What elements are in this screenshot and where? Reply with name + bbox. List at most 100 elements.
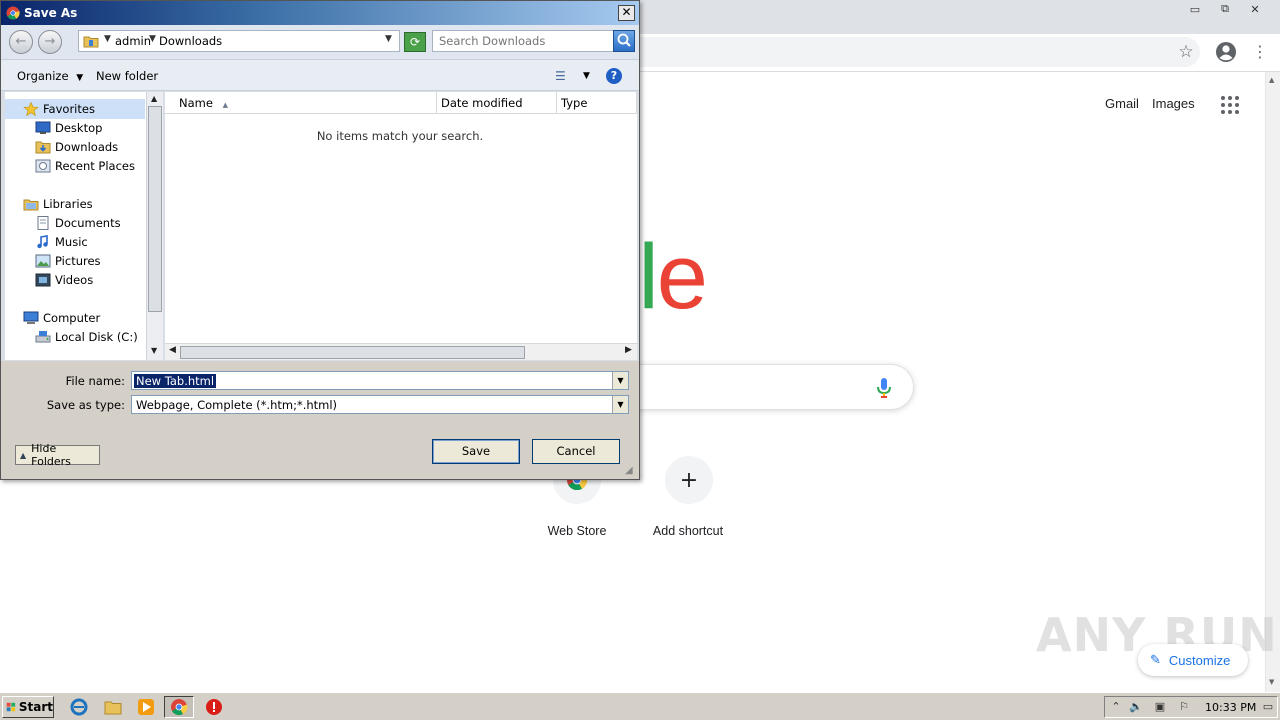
save-type-dropdown-icon[interactable]: ▼ (612, 396, 628, 413)
address-dropdown-icon[interactable]: ▼ (385, 34, 392, 44)
search-downloads-box[interactable] (432, 30, 614, 52)
media-player-icon[interactable] (137, 698, 155, 716)
nav-computer[interactable]: Computer (23, 309, 100, 327)
network-icon[interactable]: ▣ (1153, 700, 1167, 714)
search-button[interactable] (613, 30, 635, 52)
internet-explorer-icon[interactable] (70, 698, 88, 716)
nav-favorites[interactable]: Favorites (23, 100, 95, 118)
view-options-icon[interactable]: ☰ (555, 69, 571, 83)
organize-button[interactable]: Organize ▼ (17, 69, 83, 83)
nav-libraries-label: Libraries (43, 197, 93, 211)
file-name-dropdown-icon[interactable]: ▼ (612, 372, 628, 389)
shortcut-add-label[interactable]: Add shortcut (628, 524, 748, 538)
show-desktop-icon[interactable]: ▭ (1261, 700, 1275, 714)
shortcut-add-tile[interactable]: + (665, 456, 713, 504)
start-button[interactable]: Start (2, 696, 54, 718)
file-explorer-icon[interactable] (104, 698, 122, 716)
shortcut-webstore-label[interactable]: Web Store (517, 524, 637, 538)
resize-grip-icon[interactable]: ◢ (625, 465, 633, 476)
search-icon (617, 33, 631, 47)
breadcrumb-downloads[interactable]: Downloads (159, 34, 222, 48)
nav-music[interactable]: Music (35, 233, 88, 251)
nav-scrollbar[interactable]: ▲ ▼ (146, 92, 163, 360)
google-apps-icon[interactable] (1221, 96, 1239, 114)
hide-folders-button[interactable]: ▲ Hide Folders (15, 442, 100, 468)
profile-icon[interactable] (1215, 41, 1237, 63)
save-type-value: Webpage, Complete (*.htm;*.html) (136, 398, 338, 412)
file-name-label: File name: (65, 374, 125, 388)
dialog-close-button[interactable]: ✕ (618, 5, 635, 21)
nav-pictures[interactable]: Pictures (35, 252, 101, 270)
scroll-right-icon[interactable]: ▶ (625, 345, 632, 355)
file-list-hscrollbar[interactable]: ◀ ▶ (165, 343, 637, 360)
gmail-link[interactable]: Gmail (1105, 96, 1139, 111)
column-header-date[interactable]: Date modified (437, 92, 557, 114)
nav-recent-places[interactable]: Recent Places (35, 157, 135, 175)
videos-icon (35, 273, 51, 287)
nav-downloads[interactable]: Downloads (35, 138, 118, 156)
save-button[interactable]: Save (432, 439, 520, 464)
restore-button[interactable]: ⧉ (1212, 0, 1238, 18)
address-row: ← → ▼ admin ▼ Downloads ▼ ⟳ (1, 25, 639, 59)
images-link[interactable]: Images (1152, 96, 1195, 111)
hscroll-thumb[interactable] (180, 346, 525, 359)
view-dropdown-icon[interactable]: ▼ (583, 71, 590, 81)
file-name-value[interactable]: New Tab.html (134, 374, 217, 388)
nav-pictures-label: Pictures (55, 254, 101, 268)
stop-icon[interactable] (205, 698, 223, 716)
volume-icon[interactable]: 🔈 (1129, 700, 1143, 714)
page-scrollbar[interactable]: ▲ ▼ (1265, 72, 1280, 692)
nav-desktop-label: Desktop (55, 121, 103, 135)
chrome-menu-icon[interactable]: ⋮ (1252, 41, 1268, 63)
nav-videos[interactable]: Videos (35, 271, 93, 289)
scroll-up-icon[interactable]: ▲ (151, 94, 157, 103)
scroll-left-icon[interactable]: ◀ (169, 345, 176, 355)
chrome-taskbar-button[interactable] (164, 696, 194, 718)
show-hidden-icons-icon[interactable]: ⌃ (1109, 700, 1123, 714)
search-input[interactable] (433, 31, 613, 51)
column-header-type[interactable]: Type (557, 92, 637, 114)
scroll-up-icon[interactable]: ▲ (1269, 76, 1274, 84)
scroll-down-icon[interactable]: ▼ (1269, 678, 1274, 686)
desktop-icon (35, 121, 51, 134)
cancel-button[interactable]: Cancel (532, 439, 620, 464)
save-type-select[interactable]: Webpage, Complete (*.htm;*.html) ▼ (131, 395, 629, 414)
nav-local-disk[interactable]: Local Disk (C:) (35, 328, 138, 346)
logo-letter: e (656, 226, 708, 328)
forward-button[interactable]: → (38, 30, 62, 54)
nav-desktop[interactable]: Desktop (35, 119, 102, 137)
nav-documents[interactable]: Documents (35, 214, 121, 232)
folder-icon (83, 36, 99, 48)
omnibox[interactable] (560, 37, 1200, 67)
close-window-button[interactable]: ✕ (1242, 0, 1268, 18)
empty-message: No items match your search. (316, 129, 484, 143)
file-name-field[interactable]: New Tab.html ▼ (131, 371, 629, 390)
new-folder-button[interactable]: New folder (96, 69, 158, 83)
sort-ascending-icon: ▲ (222, 101, 228, 109)
breadcrumb-arrow-icon[interactable]: ▼ (104, 34, 111, 44)
column-header-name[interactable]: Name ▲ (165, 92, 437, 114)
local-disk-icon (35, 331, 51, 343)
hide-folders-label: Hide Folders (31, 442, 71, 468)
breadcrumb-separator-icon[interactable]: ▼ (149, 34, 156, 44)
nav-local-disk-label: Local Disk (C:) (55, 330, 138, 344)
customize-button[interactable]: ✎ Customize (1138, 644, 1248, 676)
taskbar-clock[interactable]: 10:33 PM (1205, 701, 1256, 714)
refresh-button[interactable]: ⟳ (404, 32, 426, 52)
scroll-down-icon[interactable]: ▼ (151, 346, 157, 355)
nav-documents-label: Documents (55, 216, 121, 230)
action-center-flag-icon[interactable]: ⚐ (1177, 700, 1191, 714)
music-icon (37, 235, 48, 249)
nav-libraries[interactable]: Libraries (23, 195, 93, 213)
minimize-button[interactable]: ▭ (1182, 0, 1208, 18)
help-icon[interactable]: ? (606, 68, 622, 84)
voice-search-icon[interactable] (876, 377, 892, 399)
bookmark-star-icon[interactable]: ☆ (1176, 42, 1196, 62)
command-bar: Organize ▼ New folder ☰ ▼ ? (1, 59, 639, 91)
dialog-titlebar[interactable]: Save As ✕ (1, 1, 639, 25)
navigation-pane: Favorites Desktop Downloads Recent Place… (5, 92, 163, 360)
breadcrumb-admin[interactable]: admin (115, 34, 151, 48)
nav-scroll-thumb[interactable] (148, 106, 162, 312)
breadcrumb-bar[interactable]: ▼ admin ▼ Downloads ▼ (78, 30, 400, 52)
back-button[interactable]: ← (9, 30, 33, 54)
